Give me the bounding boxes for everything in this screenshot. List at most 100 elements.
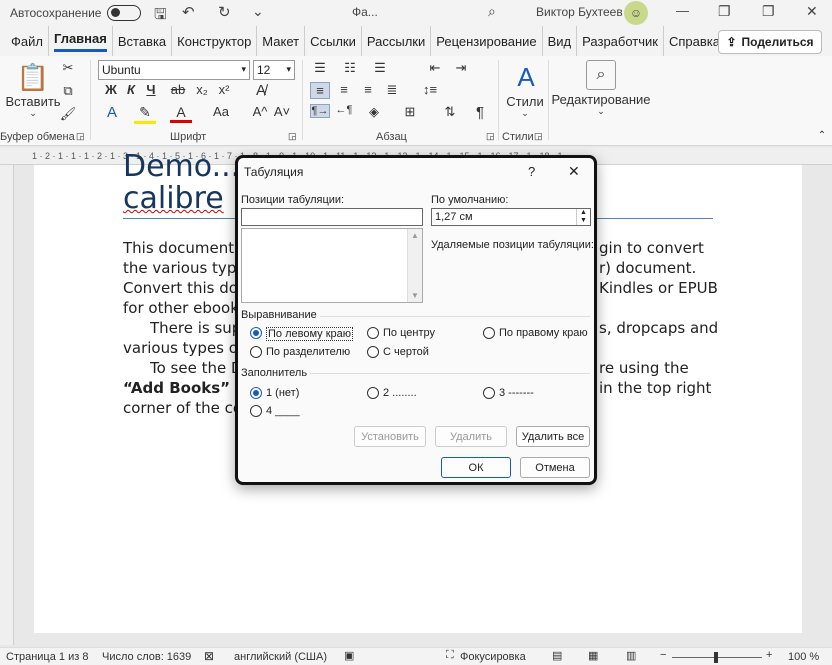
superscript-button[interactable]: x² — [214, 82, 234, 97]
read-mode-icon[interactable]: ▤ — [552, 649, 562, 662]
zoom-slider[interactable] — [672, 652, 762, 663]
accessibility-icon[interactable]: ▣ — [344, 649, 354, 662]
leader1-label[interactable]: 1 (нет) — [266, 387, 299, 399]
grow-font-button[interactable]: A^ — [250, 104, 270, 119]
align-decimal-label[interactable]: По разделителю — [266, 346, 350, 358]
page-indicator[interactable]: Страница 1 из 8 — [6, 651, 88, 663]
paste-label[interactable]: Вставить — [5, 94, 60, 109]
undo-icon[interactable]: ↶ — [182, 3, 195, 21]
align-right-label[interactable]: По правому краю — [499, 327, 588, 339]
restore-icon-2[interactable]: ❐ — [762, 3, 775, 20]
font-color-icon[interactable]: A — [170, 104, 192, 123]
cancel-button[interactable]: Отмена — [520, 457, 590, 478]
decrease-indent-icon[interactable]: ⇤ — [426, 60, 444, 76]
paragraph-launcher-icon[interactable]: ◲ — [486, 131, 495, 142]
align-center-icon[interactable]: ≡ — [334, 82, 354, 97]
styles-icon[interactable]: A — [508, 60, 544, 94]
tab-help[interactable]: Справка — [664, 26, 725, 56]
clear-button[interactable]: Удалить — [435, 426, 507, 447]
leader4-radio[interactable] — [250, 405, 262, 417]
autosave-control[interactable]: Автосохранение — [10, 5, 142, 21]
redo-icon[interactable]: ↻ — [218, 3, 231, 21]
numbering-icon[interactable]: ☷ — [340, 60, 360, 76]
tab-view[interactable]: Вид — [543, 26, 578, 56]
web-layout-icon[interactable]: ▥ — [626, 649, 636, 662]
leader3-radio[interactable] — [483, 387, 495, 399]
scroll-down-icon[interactable]: ▼ — [411, 291, 419, 300]
text-effects-icon[interactable]: A — [102, 104, 122, 121]
rtl-icon[interactable]: ←¶ — [334, 104, 354, 116]
tab-references[interactable]: Ссылки — [305, 26, 362, 56]
proofing-icon[interactable]: ⊠ — [204, 649, 214, 663]
leader2-label[interactable]: 2 ........ — [383, 387, 417, 399]
tab-position-input[interactable] — [241, 208, 423, 226]
underline-button[interactable]: Ч — [142, 82, 160, 97]
align-right-icon[interactable]: ≡ — [358, 82, 378, 97]
align-bar-radio[interactable] — [367, 346, 379, 358]
zoom-level[interactable]: 100 % — [788, 651, 819, 663]
leader1-radio[interactable] — [250, 387, 262, 399]
styles-button-label[interactable]: Стили — [504, 94, 546, 109]
align-center-label[interactable]: По центру — [383, 327, 435, 339]
customize-qat-icon[interactable]: ⌄ — [252, 3, 264, 20]
align-left-label[interactable]: По левому краю — [266, 327, 353, 341]
shading-icon[interactable]: ◈ — [362, 104, 386, 120]
spin-icon[interactable]: ▲ ▼ — [576, 209, 590, 225]
tab-developer[interactable]: Разработчик — [577, 26, 664, 56]
scroll-up-icon[interactable]: ▲ — [411, 231, 419, 240]
format-painter-icon[interactable]: 🖌 — [60, 106, 77, 122]
tab-insert[interactable]: Вставка — [113, 26, 173, 56]
print-layout-icon[interactable]: ▦ — [588, 649, 598, 662]
align-decimal-radio[interactable] — [250, 346, 262, 358]
close-icon[interactable]: ✕ — [568, 163, 580, 180]
clipboard-launcher-icon[interactable]: ◲ — [76, 131, 85, 142]
copy-icon[interactable]: ⧉ — [60, 83, 76, 99]
tab-review[interactable]: Рецензирование — [431, 26, 543, 56]
tab-layout[interactable]: Макет — [257, 26, 306, 56]
clear-all-button[interactable]: Удалить все — [516, 426, 590, 447]
styles-dropdown-icon[interactable]: ⌄ — [518, 108, 532, 119]
tab-file[interactable]: Файл — [6, 26, 49, 56]
help-icon[interactable]: ? — [528, 164, 535, 179]
font-name-combo[interactable]: Ubuntu ▾ — [98, 60, 250, 80]
tab-positions-list[interactable]: ▲ ▼ — [241, 228, 423, 303]
set-button[interactable]: Установить — [354, 426, 426, 447]
cut-icon[interactable]: ✂ — [60, 60, 76, 76]
align-left-radio[interactable] — [250, 327, 262, 339]
restore-icon[interactable]: ❐ — [718, 3, 731, 20]
line-spacing-icon[interactable]: ↕≡ — [418, 82, 442, 97]
autosave-toggle[interactable] — [107, 5, 142, 21]
search-icon[interactable]: ⌕ — [488, 3, 496, 20]
paste-dropdown-icon[interactable]: ⌄ — [26, 108, 40, 119]
align-right-radio[interactable] — [483, 327, 495, 339]
word-count[interactable]: Число слов: 1639 — [102, 651, 191, 663]
user-name[interactable]: Виктор Бухтеев — [536, 5, 623, 19]
font-launcher-icon[interactable]: ◲ — [288, 131, 297, 142]
highlight-icon[interactable]: ✎ — [134, 104, 156, 124]
vertical-ruler[interactable] — [0, 165, 14, 645]
zoom-out-icon[interactable]: − — [660, 649, 666, 661]
editing-label[interactable]: Редактирование — [551, 92, 650, 107]
find-icon[interactable]: ⌕ — [586, 60, 616, 90]
paste-icon[interactable]: 📋 — [17, 60, 49, 94]
editing-dropdown-icon[interactable]: ⌄ — [594, 106, 608, 117]
collapse-ribbon-icon[interactable]: ⌃ — [815, 130, 829, 141]
language[interactable]: английский (США) — [234, 651, 327, 663]
align-left-icon[interactable]: ≡ — [310, 82, 330, 99]
ok-button[interactable]: ОК — [441, 457, 511, 478]
align-center-radio[interactable] — [367, 327, 379, 339]
avatar[interactable]: ☺ — [624, 1, 648, 25]
zoom-in-icon[interactable]: + — [766, 649, 772, 661]
subscript-button[interactable]: x₂ — [192, 82, 212, 97]
tab-design[interactable]: Конструктор — [172, 26, 258, 56]
focus-icon[interactable]: ⛶ — [446, 649, 454, 662]
font-size-combo[interactable]: 12 ▾ — [253, 60, 295, 80]
change-case-button[interactable]: Aa — [208, 104, 234, 119]
leader3-label[interactable]: 3 ------- — [499, 387, 534, 399]
align-bar-label[interactable]: С чертой — [383, 346, 429, 358]
shrink-font-button[interactable]: A˅ — [272, 104, 292, 119]
sort-icon[interactable]: ⇅ — [440, 104, 460, 120]
minimize-icon[interactable]: — — [676, 3, 689, 18]
default-stops-input[interactable]: 1,27 см ▲ ▼ — [431, 208, 591, 226]
share-button[interactable]: ⇪ Поделиться — [718, 30, 822, 54]
